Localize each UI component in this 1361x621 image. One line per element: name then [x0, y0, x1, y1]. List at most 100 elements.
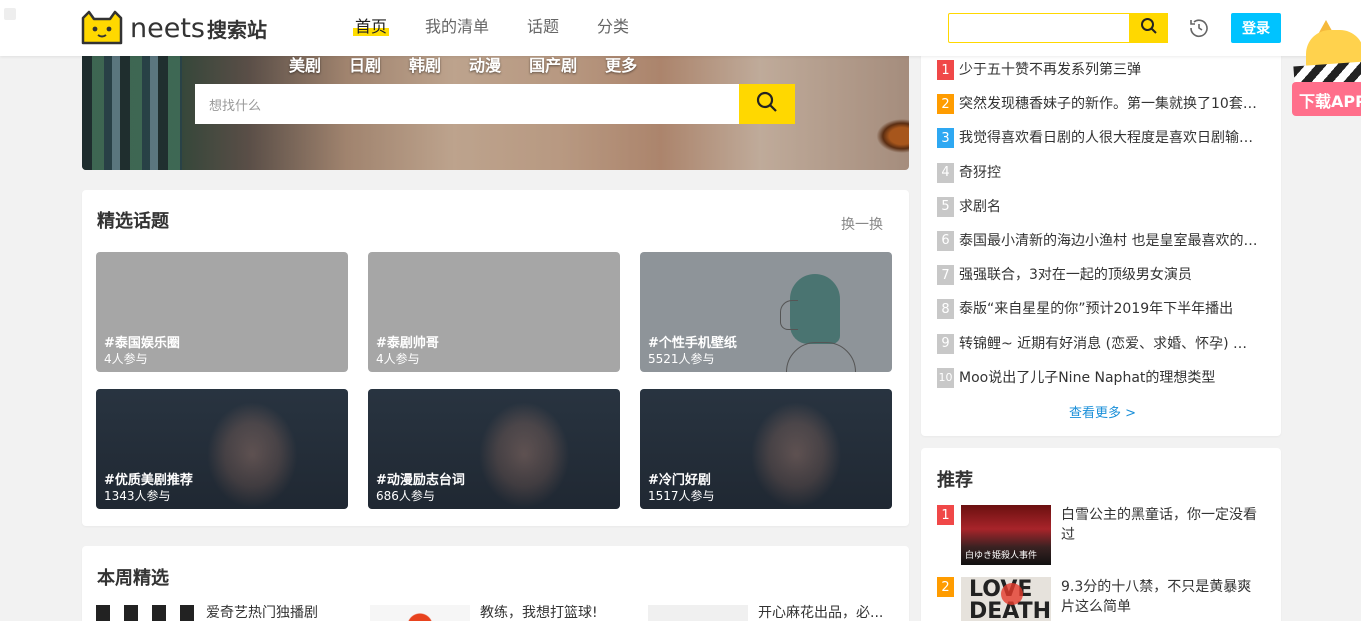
banner-eye-image: [872, 116, 909, 156]
topic-count: 4人参与: [104, 352, 148, 366]
rank-item[interactable]: 3 我觉得喜欢看日剧的人很大程度是喜欢日剧输出的价值观: [937, 128, 1267, 162]
rank-item[interactable]: 2 突然发现穗香妹子的新作。第一集就换了10套衣服: [937, 94, 1267, 128]
recommend-thumb: 白ゆき姫殺人事件: [961, 505, 1051, 565]
hero-search-placeholder: 想找什么: [209, 99, 262, 114]
weekly-picks-title: 本周精选: [97, 568, 169, 589]
rank-item[interactable]: 4 奇犽控: [937, 162, 1267, 197]
login-button[interactable]: 登录: [1231, 13, 1281, 43]
category-link[interactable]: 美剧: [289, 56, 321, 78]
rank-item[interactable]: 1 少于五十赞不再发系列第三弹: [937, 60, 1267, 94]
category-link[interactable]: 韩剧: [409, 56, 441, 78]
refresh-button[interactable]: 换一换: [841, 214, 883, 234]
topic-name: #动漫励志台词: [376, 473, 465, 488]
recommend-item-title: 9.3分的十八禁，不只是黄暴爽片这么简单: [1061, 579, 1252, 615]
topic-card[interactable]: #个性手机壁纸 5521人参与: [640, 252, 892, 372]
top-header: neets 搜索站 首页 我的清单 话题 分类 登录: [0, 0, 1361, 56]
rank-item[interactable]: 8 泰版“来自星星的你”预计2019年下半年播出: [937, 299, 1267, 333]
header-search-button[interactable]: [1129, 13, 1168, 43]
rank-badge: 8: [937, 299, 954, 320]
category-link[interactable]: 动漫: [469, 56, 501, 78]
weekly-item-title: 开心麻花出品，必...: [758, 605, 884, 621]
banner-books-image: [82, 56, 182, 170]
sketch-face: [780, 300, 798, 330]
rank-item[interactable]: 6 泰国最小清新的海边小渔村 也是皇室最喜欢的度假地: [937, 230, 1267, 265]
rank-badge: 10: [937, 367, 954, 388]
topic-card[interactable]: #冷门好剧 1517人参与: [640, 389, 892, 509]
weekly-item[interactable]: 教练，我想打篮球!: [370, 605, 620, 621]
site-logo[interactable]: neets 搜索站: [80, 9, 267, 47]
category-links: 美剧 日剧 韩剧 动漫 国产剧 更多: [289, 56, 665, 78]
rank-badge: 2: [937, 94, 954, 115]
search-icon: [1140, 17, 1158, 39]
rank-badge: 4: [937, 162, 954, 183]
rank-badge: 9: [937, 333, 954, 354]
rank-item[interactable]: 5 求剧名: [937, 196, 1267, 231]
topic-card[interactable]: #动漫励志台词 686人参与: [368, 389, 620, 509]
cat-logo-icon: [80, 10, 124, 46]
recommend-item[interactable]: 2 LOVE DEATH 9.3分的十八禁，不只是黄暴爽片这么简单: [937, 577, 1267, 621]
topic-card[interactable]: #优质美剧推荐 1343人参与: [96, 389, 348, 509]
featured-topics-card: 精选话题 换一换 #泰国娱乐圈 4人参与 #泰剧帅哥 4人参与 #个性手机壁纸 …: [82, 190, 909, 526]
category-link[interactable]: 日剧: [349, 56, 381, 78]
weekly-thumb: [370, 605, 470, 621]
rank-badge: 5: [937, 196, 954, 217]
main-nav: 首页 我的清单 话题 分类: [352, 15, 667, 39]
weekly-item[interactable]: 爱奇艺热门独播剧: [96, 605, 346, 621]
header-search-input[interactable]: [948, 13, 1168, 43]
featured-topics-title: 精选话题: [97, 211, 169, 232]
topic-card[interactable]: #泰国娱乐圈 4人参与: [96, 252, 348, 372]
history-icon[interactable]: [1187, 16, 1211, 40]
rank-title: 强强联合，3对在一起的顶级男女演员: [959, 267, 1192, 284]
rank-title: 奇犽控: [959, 164, 1001, 181]
hero-search-input[interactable]: 想找什么: [195, 84, 795, 124]
recommend-item[interactable]: 1 白ゆき姫殺人事件 白雪公主的黑童话，你一定没看过: [937, 505, 1267, 565]
sketch-body: [786, 342, 856, 372]
weekly-item[interactable]: 开心麻花出品，必...: [648, 605, 898, 621]
weekly-item-title: 爱奇艺热门独播剧: [206, 605, 318, 621]
topic-card[interactable]: #泰剧帅哥 4人参与: [368, 252, 620, 372]
corner-square: [4, 8, 16, 20]
rank-badge: 1: [937, 505, 954, 525]
topic-count: 1343人参与: [104, 489, 171, 503]
logo-wordmark: neets 搜索站: [130, 13, 267, 44]
topic-name: #个性手机壁纸: [648, 336, 737, 351]
weekly-thumb: [96, 605, 196, 621]
search-icon: [756, 91, 778, 117]
rank-title: Moo说出了儿子Nine Naphat的理想类型: [959, 369, 1216, 386]
rank-item[interactable]: 7 强强联合，3对在一起的顶级男女演员: [937, 265, 1267, 299]
see-more-link[interactable]: 查看更多 >: [1069, 402, 1136, 421]
topic-count: 4人参与: [376, 352, 420, 366]
logo-cn-text: 搜索站: [207, 17, 267, 42]
download-app-badge[interactable]: 下载APP: [1290, 20, 1361, 120]
logo-text: neets: [130, 12, 205, 44]
hero-search-button[interactable]: [739, 84, 795, 124]
heart-icon: [1001, 583, 1023, 605]
rank-badge: 6: [937, 230, 954, 251]
rank-title: 转锦鲤~ 近期有好消息 (恋爱、求婚、怀孕) 的明星们: [959, 335, 1259, 352]
rank-badge: 1: [937, 60, 954, 80]
rank-title: 泰国最小清新的海边小渔村 也是皇室最喜欢的度假地: [959, 232, 1259, 249]
nav-topics-label: 话题: [527, 17, 560, 36]
topic-count: 1517人参与: [648, 489, 715, 503]
topic-count: 686人参与: [376, 489, 435, 503]
rank-badge: 7: [937, 265, 954, 286]
recommend-item-title: 白雪公主的黑童话，你一定没看过: [1061, 507, 1257, 543]
weekly-item-title: 教练，我想打篮球!: [480, 605, 598, 621]
rank-item[interactable]: 9 转锦鲤~ 近期有好消息 (恋爱、求婚、怀孕) 的明星们: [937, 333, 1267, 368]
topic-name: #泰国娱乐圈: [104, 336, 180, 351]
rank-title: 少于五十赞不再发系列第三弹: [959, 62, 1141, 78]
topic-name: #冷门好剧: [648, 473, 711, 488]
rank-title: 突然发现穗香妹子的新作。第一集就换了10套衣服: [959, 96, 1259, 113]
nav-my-list-label: 我的清单: [425, 17, 490, 36]
topic-count: 5521人参与: [648, 352, 715, 366]
nav-home[interactable]: 首页: [352, 15, 390, 39]
nav-categories[interactable]: 分类: [597, 15, 629, 39]
nav-my-list[interactable]: 我的清单: [425, 15, 489, 39]
category-link[interactable]: 更多: [605, 56, 637, 78]
nav-topics[interactable]: 话题: [527, 15, 559, 39]
download-app-label: 下载APP: [1292, 82, 1361, 116]
rank-title: 泰版“来自星星的你”预计2019年下半年播出: [959, 301, 1234, 318]
category-link[interactable]: 国产剧: [529, 56, 577, 78]
nav-home-label: 首页: [355, 17, 388, 36]
rank-item[interactable]: 10 Moo说出了儿子Nine Naphat的理想类型: [937, 367, 1267, 402]
